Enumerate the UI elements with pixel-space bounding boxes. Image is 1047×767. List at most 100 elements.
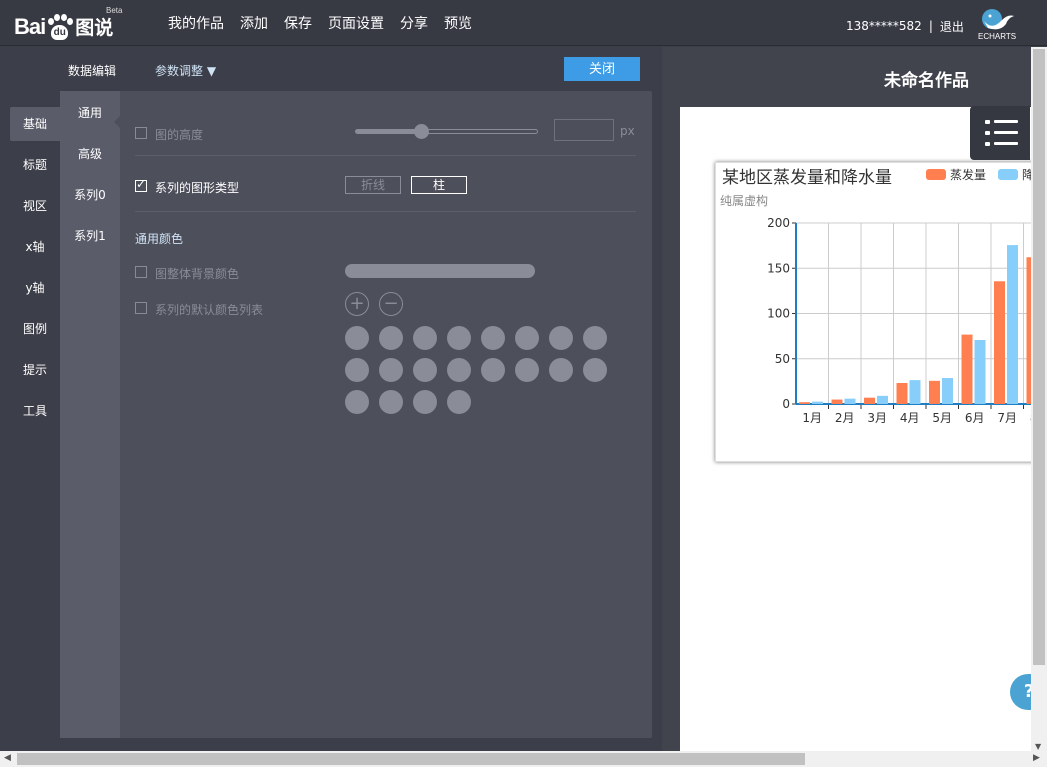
work-title[interactable]: 未命名作品 xyxy=(884,66,969,91)
bar-1 xyxy=(877,395,888,404)
logo-text: Bai xyxy=(14,14,46,39)
logo-product: 图说 xyxy=(75,17,114,39)
color-swatch[interactable] xyxy=(481,326,505,350)
height-slider[interactable] xyxy=(355,124,538,139)
color-swatch[interactable] xyxy=(515,358,539,382)
category-legend[interactable]: 图例 xyxy=(10,312,60,346)
default-colors-label: 系列的默认颜色列表 xyxy=(155,303,264,317)
nav-save[interactable]: 保存 xyxy=(284,13,312,33)
bar-0 xyxy=(831,399,843,404)
color-swatch[interactable] xyxy=(379,390,403,414)
color-swatch[interactable] xyxy=(345,358,369,382)
default-colors-checkbox[interactable] xyxy=(135,302,147,314)
scroll-down-arrow-icon[interactable]: ▼ xyxy=(1035,742,1041,751)
chart-menu-button[interactable] xyxy=(970,106,1030,160)
bar-0 xyxy=(994,281,1005,404)
height-checkbox[interactable] xyxy=(135,127,147,139)
user-phone[interactable]: 138*****582 xyxy=(846,19,922,33)
vertical-scroll-thumb[interactable] xyxy=(1033,49,1045,665)
x-tick-label: 6月 xyxy=(965,411,985,425)
color-swatch[interactable] xyxy=(447,390,471,414)
logout-link[interactable]: 退出 xyxy=(940,18,964,35)
series-type-label: 系列的图形类型 xyxy=(155,181,240,195)
close-button[interactable]: 关闭 xyxy=(564,57,640,81)
nav-page-settings[interactable]: 页面设置 xyxy=(328,13,384,33)
chart-subtitle: 纯属虚构 xyxy=(720,193,768,208)
series-type-checkbox[interactable] xyxy=(135,177,147,192)
divider xyxy=(135,155,636,156)
echarts-logo[interactable]: ECHARTS xyxy=(978,4,1016,42)
category-title[interactable]: 标题 xyxy=(10,148,60,182)
bg-color-picker[interactable] xyxy=(345,264,535,278)
bar-1 xyxy=(844,398,856,404)
nav-share[interactable]: 分享 xyxy=(400,13,428,33)
legend-label: 降水量 xyxy=(1022,168,1031,182)
tab-data-edit[interactable]: 数据编辑 xyxy=(68,62,116,79)
height-input[interactable] xyxy=(554,119,614,141)
nav-preview[interactable]: 预览 xyxy=(444,13,472,33)
x-tick-label: 4月 xyxy=(900,411,920,425)
sub-tab-advanced[interactable]: 高级 xyxy=(60,132,120,173)
logo-paw-text: du xyxy=(51,25,69,40)
category-viewport[interactable]: 视区 xyxy=(10,189,60,223)
sub-tab-series1[interactable]: 系列1 xyxy=(60,214,120,255)
nav-my-works[interactable]: 我的作品 xyxy=(168,13,224,33)
y-tick-label: 50 xyxy=(775,352,790,366)
y-tick-label: 0 xyxy=(782,397,790,411)
horizontal-scrollbar[interactable]: ◀ ▶ xyxy=(0,751,1047,767)
legend-swatch xyxy=(926,169,946,180)
color-swatch[interactable] xyxy=(413,326,437,350)
category-toolbox[interactable]: 工具 xyxy=(10,394,60,428)
category-x-axis[interactable]: x轴 xyxy=(10,230,60,264)
sub-tab-series0[interactable]: 系列0 xyxy=(60,173,120,214)
category-tooltip[interactable]: 提示 xyxy=(10,353,60,387)
vertical-scrollbar[interactable]: ▼ xyxy=(1031,47,1047,753)
color-swatch[interactable] xyxy=(549,358,573,382)
height-slider-fill xyxy=(356,130,422,133)
chart-card[interactable]: 某地区蒸发量和降水量纯属虚构 蒸发量 降水量 0 50 100 150 200 1月 2月 3月 4月… xyxy=(715,162,1031,462)
type-bar-button[interactable]: 柱 xyxy=(411,176,467,194)
scroll-right-arrow-icon[interactable]: ▶ xyxy=(1033,753,1040,763)
remove-color-button[interactable]: − xyxy=(379,292,403,316)
nav-add[interactable]: 添加 xyxy=(240,13,268,33)
color-swatch[interactable] xyxy=(447,326,471,350)
color-swatch[interactable] xyxy=(379,326,403,350)
color-swatch[interactable] xyxy=(413,358,437,382)
tab-param-adjust[interactable]: 参数调整 ▼ xyxy=(155,62,216,79)
horizontal-scroll-thumb[interactable] xyxy=(17,753,805,765)
x-tick-label: 2月 xyxy=(835,411,855,425)
bar-1 xyxy=(909,380,921,404)
color-swatch[interactable] xyxy=(549,326,573,350)
color-swatch[interactable] xyxy=(379,358,403,382)
y-tick-label: 150 xyxy=(767,261,790,275)
sub-tab-general[interactable]: 通用 xyxy=(60,91,120,132)
color-swatch[interactable] xyxy=(481,358,505,382)
category-basic[interactable]: 基础 xyxy=(10,107,60,141)
color-swatch[interactable] xyxy=(345,326,369,350)
legend-label: 蒸发量 xyxy=(950,167,986,182)
add-color-button[interactable]: + xyxy=(345,292,369,316)
color-swatch[interactable] xyxy=(583,326,607,350)
scroll-left-arrow-icon[interactable]: ◀ xyxy=(4,753,11,763)
bg-color-checkbox[interactable] xyxy=(135,266,147,278)
preview-canvas: 某地区蒸发量和降水量纯属虚构 蒸发量 降水量 0 50 100 150 200 1月 2月 3月 4月… xyxy=(680,107,1031,753)
help-button[interactable]: ? xyxy=(1010,674,1031,710)
height-unit: px xyxy=(620,124,635,138)
chart: 某地区蒸发量和降水量纯属虚构 蒸发量 降水量 0 50 100 150 200 1月 2月 3月 4月… xyxy=(720,167,1031,425)
legend-swatch xyxy=(998,169,1018,180)
color-swatch[interactable] xyxy=(413,390,437,414)
echarts-whale-icon xyxy=(982,9,1014,30)
sub-nav: 通用 高级 系列0 系列1 xyxy=(60,91,120,738)
y-tick-label: 100 xyxy=(767,307,790,321)
category-y-axis[interactable]: y轴 xyxy=(10,271,60,305)
echarts-label: ECHARTS xyxy=(978,32,1017,41)
color-swatch[interactable] xyxy=(345,390,369,414)
type-line-button[interactable]: 折线 xyxy=(345,176,401,194)
baidu-tushuo-logo[interactable]: Bai du 图说 Beta xyxy=(14,6,122,40)
color-swatch[interactable] xyxy=(583,358,607,382)
bar-0 xyxy=(799,402,810,404)
bar-1 xyxy=(1007,245,1018,404)
color-swatch[interactable] xyxy=(515,326,539,350)
x-tick-label: 3月 xyxy=(867,411,887,425)
color-swatch[interactable] xyxy=(447,358,471,382)
